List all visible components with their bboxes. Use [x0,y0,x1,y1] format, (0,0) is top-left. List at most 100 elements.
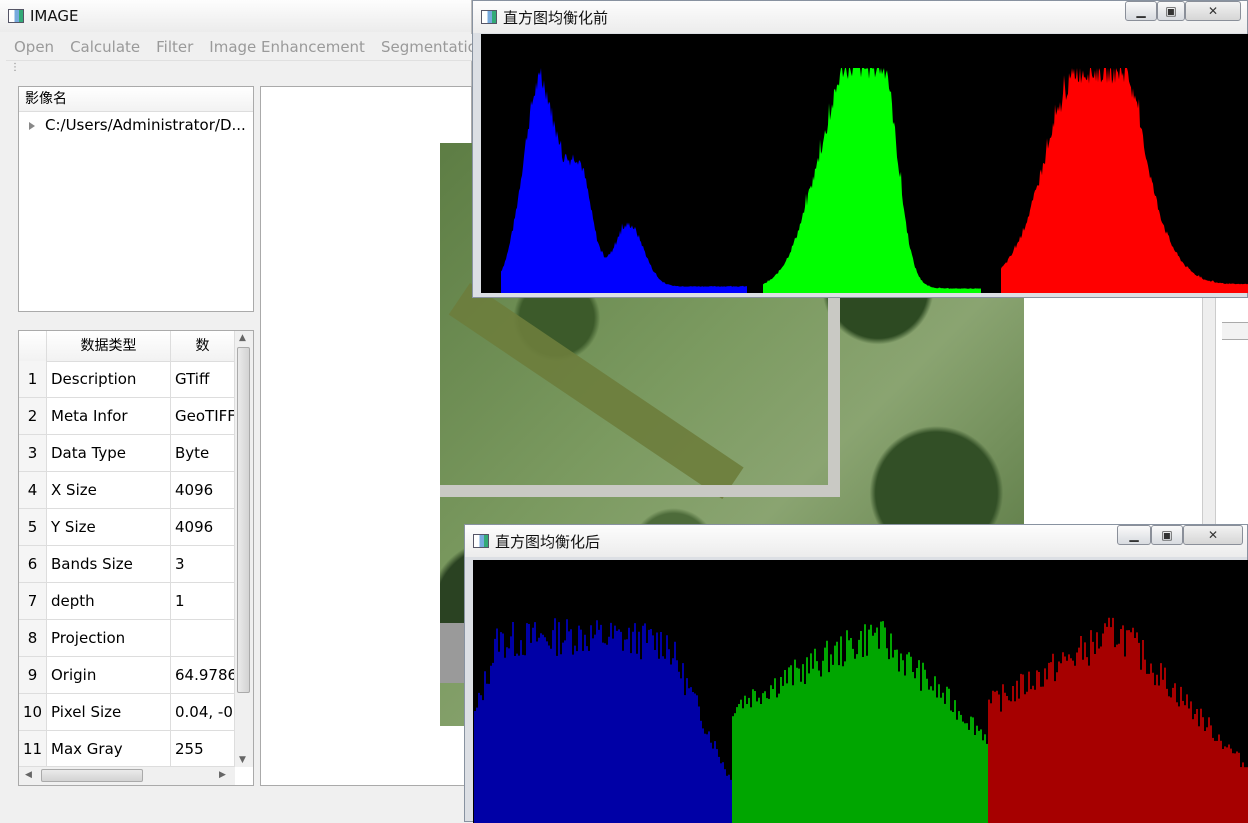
table-row[interactable]: 8 Projection [19,620,235,657]
expand-arrow-icon[interactable] [29,121,35,130]
row-number[interactable]: 4 [19,472,47,508]
tree-item-image[interactable]: C:/Users/Administrator/D... [19,112,253,138]
minimize-icon: ▁ [1136,4,1146,18]
histogram-after-plot [474,617,1248,823]
scroll-up-icon[interactable]: ▲ [239,333,246,343]
histogram-before-plot [501,68,1248,293]
table-row[interactable]: 5Y Size 4096 [19,509,235,546]
row-value[interactable]: 64.9786 [171,657,235,693]
row-value[interactable]: 0.04, -0. [171,694,235,730]
maximize-button[interactable]: ▣ [1151,525,1183,545]
toolbar-grip[interactable]: ⋮ [10,62,20,73]
row-key[interactable]: Pixel Size [47,694,171,730]
column-header-value[interactable]: 数 [171,331,235,361]
app-icon [481,10,497,24]
row-value[interactable]: GeoTIFF [171,398,235,434]
close-button[interactable]: ✕ [1183,525,1243,545]
scroll-right-icon[interactable]: ▶ [219,770,226,780]
menu-image-enhancement[interactable]: Image Enhancement [201,38,373,56]
minimize-button[interactable]: ▁ [1117,525,1151,545]
main-window: IMAGE Open Calculate Filter Image Enhanc… [0,0,486,822]
histogram-after-green-channel [732,621,988,823]
row-value[interactable]: 4096 [171,472,235,508]
table-row[interactable]: 7 depth 1 [19,583,235,620]
row-value[interactable] [171,620,235,656]
background-control [1222,322,1248,340]
image-tree: 影像名 C:/Users/Administrator/D... [18,86,254,312]
histogram-before-green-channel [763,68,981,293]
histogram-after-red-channel [988,617,1248,823]
table-header: 数据类型 数 [19,331,235,362]
menu-bar: Open Calculate Filter Image Enhancement … [6,34,486,61]
histogram-before-canvas [481,34,1248,293]
row-key[interactable]: Origin [47,657,171,693]
row-key[interactable]: Y Size [47,509,171,545]
row-value[interactable]: 1 [171,583,235,619]
row-number[interactable]: 7 [19,583,47,619]
row-key[interactable]: X Size [47,472,171,508]
histogram-after-window: 直方图均衡化后 ▁ ▣ ✕ [464,524,1248,823]
table-row[interactable]: 6 Bands Size 3 [19,546,235,583]
row-number[interactable]: 10 [19,694,47,730]
close-button[interactable]: ✕ [1185,1,1241,21]
row-value[interactable]: 3 [171,546,235,582]
maximize-icon: ▣ [1161,528,1173,542]
row-value[interactable]: GTiff [171,361,235,397]
table-row[interactable]: 9 Origin 64.9786 [19,657,235,694]
horizontal-scroll-thumb[interactable] [41,769,143,782]
table-row[interactable]: 2 Meta Infor GeoTIFF [19,398,235,435]
vertical-scrollbar[interactable]: ▲ ▼ [234,331,253,767]
row-number[interactable]: 11 [19,731,47,767]
table-row[interactable]: 3 Data Type Byte [19,435,235,472]
row-value[interactable]: 4096 [171,509,235,545]
row-number[interactable]: 3 [19,435,47,471]
row-value[interactable]: 255 [171,731,235,767]
tree-item-label: C:/Users/Administrator/D... [45,116,246,134]
metadata-table: 数据类型 数 1 Description GTiff 2 Meta Infor GeoTI… [18,330,254,786]
scroll-down-icon[interactable]: ▼ [239,755,246,765]
menu-filter[interactable]: Filter [148,38,201,56]
app-icon [8,9,24,23]
row-number[interactable]: 6 [19,546,47,582]
road-horizontal [440,485,840,497]
row-number[interactable]: 2 [19,398,47,434]
row-key[interactable]: Bands Size [47,546,171,582]
row-number[interactable]: 5 [19,509,47,545]
table-row[interactable]: 11 Max Gray 255 [19,731,235,768]
row-value[interactable]: Byte [171,435,235,471]
menu-calculate[interactable]: Calculate [62,38,148,56]
table-row[interactable]: 1 Description GTiff [19,361,235,398]
row-key[interactable]: depth [47,583,171,619]
maximize-button[interactable]: ▣ [1157,1,1185,21]
corner-header [19,331,47,361]
road-vertical [828,293,840,493]
column-header-datatype[interactable]: 数据类型 [47,331,171,361]
table-row[interactable]: 4X Size 4096 [19,472,235,509]
vertical-scroll-thumb[interactable] [237,347,250,693]
maximize-icon: ▣ [1165,4,1177,18]
histogram-before-red-channel [1001,68,1248,293]
histogram-after-canvas [473,560,1248,823]
minimize-button[interactable]: ▁ [1125,1,1157,21]
row-key[interactable]: Data Type [47,435,171,471]
scroll-left-icon[interactable]: ◀ [25,770,32,780]
histogram-before-title: 直方图均衡化前 [503,8,609,27]
menu-open[interactable]: Open [6,38,62,56]
close-icon: ✕ [1207,4,1219,18]
row-number[interactable]: 8 [19,620,47,656]
histogram-before-window: 直方图均衡化前 ▁ ▣ ✕ [472,0,1248,298]
minimize-icon: ▁ [1129,528,1139,542]
horizontal-scrollbar[interactable]: ◀ ▶ [19,766,235,785]
tree-header: 影像名 [19,87,253,112]
main-titlebar: IMAGE [0,0,471,32]
main-window-title: IMAGE [30,7,79,25]
row-number[interactable]: 9 [19,657,47,693]
row-key[interactable]: Description [47,361,171,397]
table-row[interactable]: 10 Pixel Size 0.04, -0. [19,694,235,731]
row-key[interactable]: Max Gray [47,731,171,767]
row-number[interactable]: 1 [19,361,47,397]
row-key[interactable]: Projection [47,620,171,656]
row-key[interactable]: Meta Infor [47,398,171,434]
background-scrollbar [1202,296,1216,524]
background-panel [1022,296,1248,524]
